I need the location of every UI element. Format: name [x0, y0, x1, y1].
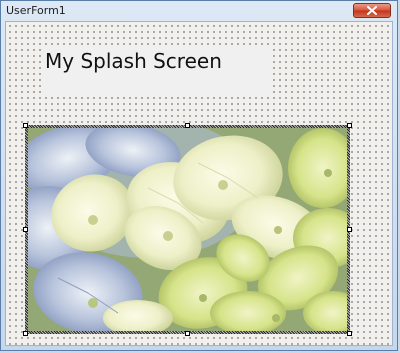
splash-label[interactable]: My Splash Screen [41, 45, 271, 97]
resize-handle-top-left[interactable] [23, 123, 28, 128]
window-title: UserForm1 [6, 4, 66, 17]
selection-border [25, 125, 350, 334]
resize-handle-bottom-left[interactable] [23, 331, 28, 336]
image-control[interactable] [23, 123, 352, 336]
close-button[interactable] [353, 3, 391, 18]
form-design-surface[interactable]: My Splash Screen [5, 21, 393, 346]
resize-handle-right[interactable] [347, 227, 352, 232]
title-bar[interactable]: UserForm1 [1, 1, 397, 21]
resize-handle-bottom[interactable] [185, 331, 190, 336]
resize-handle-left[interactable] [23, 227, 28, 232]
resize-handle-top-right[interactable] [347, 123, 352, 128]
resize-handle-top[interactable] [185, 123, 190, 128]
close-icon [367, 6, 377, 15]
resize-handle-bottom-right[interactable] [347, 331, 352, 336]
userform-window: UserForm1 My Splash Screen [0, 0, 398, 351]
